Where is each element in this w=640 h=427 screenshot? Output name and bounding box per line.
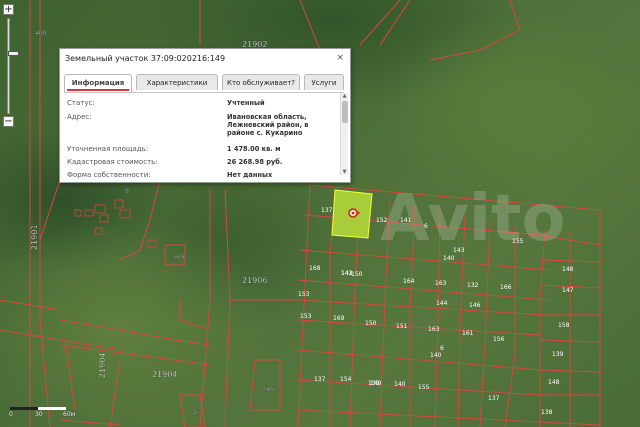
scrollbar-thumb[interactable] — [342, 101, 348, 123]
parcel-number[interactable]: 144 — [436, 300, 448, 307]
info-value: Нет данных — [227, 171, 273, 179]
parcel-number[interactable]: 164 — [403, 278, 415, 285]
popup-scrollbar[interactable]: ▲ ▼ — [340, 93, 348, 175]
info-label: Кадастровая стоимость: — [67, 158, 158, 166]
parcel-number[interactable]: 147 — [562, 287, 574, 294]
parcel-number[interactable]: 153 — [298, 291, 310, 298]
parcel-number[interactable]: 150 — [365, 320, 377, 327]
info-value: Учтенный — [227, 99, 265, 107]
info-label: Форма собственности: — [67, 171, 151, 179]
scale-label: 30 — [35, 411, 43, 418]
info-label: Адрес: — [67, 113, 92, 121]
parcel-label: 145 — [262, 386, 274, 393]
parcel-number[interactable]: 138 — [541, 409, 553, 416]
parcel-number[interactable]: 155 — [418, 384, 430, 391]
parcel-number[interactable]: 163 — [428, 326, 440, 333]
parcel-number[interactable]: 154 — [340, 376, 352, 383]
parcel-number[interactable]: 158 — [558, 322, 570, 329]
parcel-number[interactable]: 139 — [552, 351, 564, 358]
scale-segment — [10, 407, 38, 410]
zoom-control: + − — [3, 4, 19, 129]
parcel-number[interactable]: 6 — [440, 345, 444, 352]
watermark-text: Avito — [380, 182, 565, 256]
close-icon[interactable]: × — [336, 53, 344, 63]
parcel-number[interactable]: 137 — [321, 207, 333, 214]
zoom-slider-track[interactable] — [7, 18, 19, 114]
info-label: Уточненная площадь: — [67, 145, 149, 153]
scale-label: 60м — [63, 411, 76, 418]
parcel-label: 163 — [173, 254, 185, 261]
popup-info-table: Статус: Учтенный Адрес: Ивановская облас… — [64, 92, 344, 179]
parcel-number[interactable]: 146 — [469, 302, 481, 309]
parcel-number[interactable]: 140 — [443, 255, 455, 262]
zoom-slider-thumb[interactable] — [8, 51, 19, 56]
parcel-number[interactable]: 169 — [333, 315, 345, 322]
parcel-number[interactable]: 140 — [394, 381, 406, 388]
parcel-number[interactable]: 151 — [396, 323, 408, 330]
parcel-number[interactable]: 153 — [300, 313, 312, 320]
parcel-number[interactable]: 140 — [430, 352, 442, 359]
info-value: 26 268.98 руб. — [227, 158, 283, 166]
parcel-number[interactable]: 148 — [562, 266, 574, 273]
map-scale-bar: 0 30 60м — [8, 403, 88, 423]
scale-segment — [38, 407, 66, 410]
scale-label: 0 — [9, 411, 13, 418]
scroll-down-icon[interactable]: ▼ — [341, 169, 348, 175]
parcel-number[interactable]: 148 — [548, 379, 560, 386]
popup-tabs: Информация Характеристики Кто обслуживае… — [64, 74, 344, 92]
parcel-number[interactable]: 161 — [462, 330, 474, 337]
info-value: Ивановская область, Лежневский район, в … — [227, 113, 309, 137]
info-label: Статус: — [67, 99, 95, 107]
scroll-up-icon[interactable]: ▲ — [341, 93, 348, 99]
road-label: 21904 — [98, 353, 107, 378]
tab-services[interactable]: Услуги — [304, 74, 344, 90]
parcel-number[interactable]: 137 — [488, 395, 500, 402]
parcel-number[interactable]: 150 — [351, 271, 363, 278]
tab-information[interactable]: Информация — [64, 74, 132, 92]
popup-title: Земельный участок 37:09:020216:149 — [65, 54, 226, 63]
road-label: 21904 — [152, 370, 177, 379]
tab-who-serves[interactable]: Кто обслуживает? — [222, 74, 300, 90]
parcel-number[interactable]: 132 — [467, 282, 479, 289]
satellite-map[interactable]: 21902 21901 21906 21904 21904 469 9 163 … — [0, 0, 640, 427]
parcel-number[interactable]: 137 — [314, 376, 326, 383]
parcel-info-popup: Земельный участок 37:09:020216:149 × Инф… — [59, 48, 351, 183]
road-label: 21901 — [30, 225, 39, 250]
zoom-out-button[interactable]: − — [3, 116, 14, 127]
parcel-number[interactable]: 163 — [435, 280, 447, 287]
tab-characteristics[interactable]: Характеристики — [136, 74, 218, 90]
parcel-label: 9 — [125, 188, 129, 195]
block-number-label: 469 — [35, 30, 47, 37]
parcel-number[interactable]: 168 — [309, 265, 321, 272]
parcel-label: 2 — [193, 410, 197, 417]
parcel-number[interactable]: 166 — [500, 284, 512, 291]
info-value: 1 478.00 кв. м — [227, 145, 281, 153]
parcel-number[interactable]: 156 — [493, 336, 505, 343]
zoom-in-button[interactable]: + — [3, 4, 14, 15]
road-label: 21906 — [242, 276, 267, 285]
parcel-number[interactable]: 149 — [370, 380, 382, 387]
